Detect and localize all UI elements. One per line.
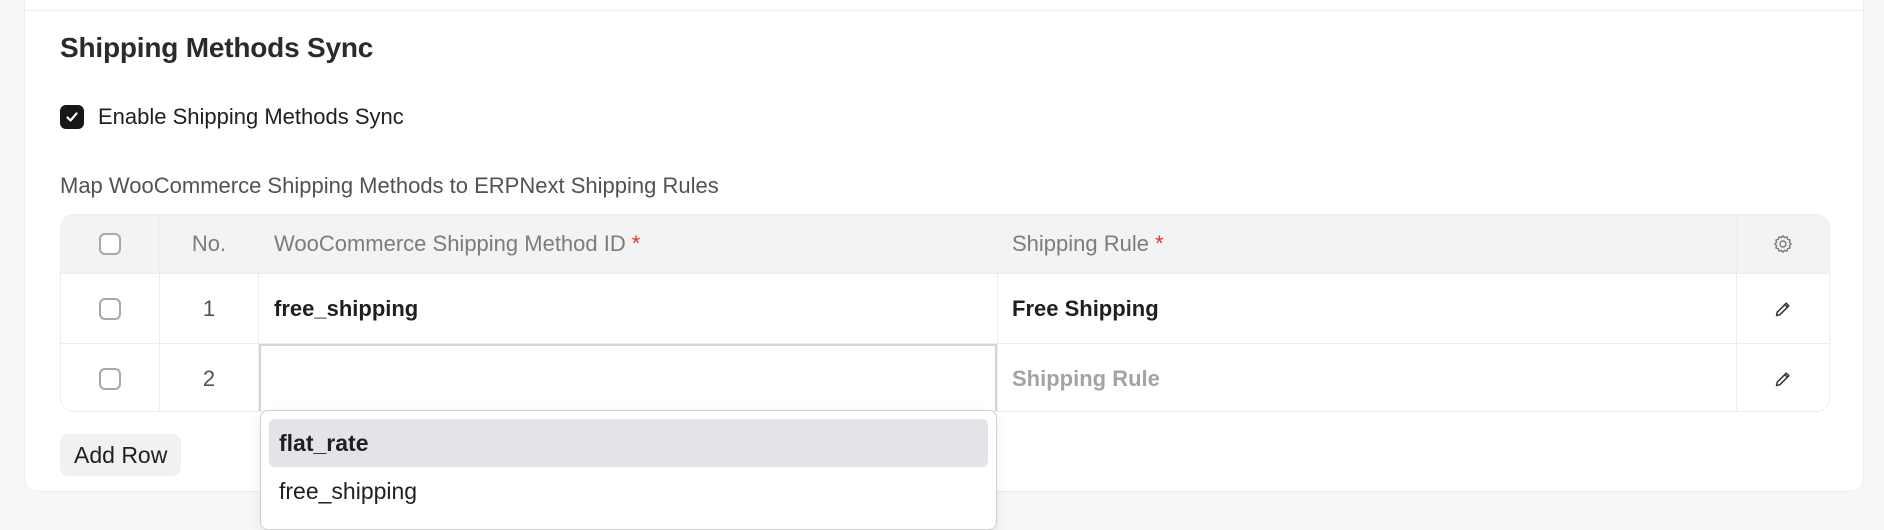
- required-mark: *: [631, 231, 641, 256]
- method-id-cell[interactable]: free_shipping: [259, 274, 998, 344]
- column-settings-button[interactable]: [1737, 215, 1829, 273]
- required-mark: *: [1154, 231, 1164, 256]
- edit-row-button[interactable]: [1737, 274, 1829, 344]
- header-rule: Shipping Rule *: [998, 215, 1737, 273]
- header-no: No.: [160, 215, 259, 273]
- method-id-value: free_shipping: [274, 296, 419, 321]
- gear-icon: [1774, 235, 1792, 253]
- method-id-input[interactable]: [259, 344, 998, 411]
- shipping-rule-cell[interactable]: Shipping Rule: [998, 344, 1737, 411]
- section-title: Shipping Methods Sync: [60, 32, 374, 63]
- pencil-icon: [1775, 372, 1790, 387]
- row-select-cell: [61, 274, 160, 344]
- checkmark-icon: [66, 112, 78, 122]
- header-rule-label: Shipping Rule: [1012, 231, 1149, 256]
- autocomplete-dropdown: flat_rate free_shipping: [260, 410, 997, 530]
- shipping-rule-cell[interactable]: Free Shipping: [998, 274, 1737, 344]
- select-all-checkbox[interactable]: [99, 233, 121, 255]
- header-no-label: No.: [191, 231, 227, 256]
- section-divider: [24, 10, 1864, 11]
- dropdown-option[interactable]: free_shipping: [269, 467, 988, 515]
- add-row-button[interactable]: Add Row: [60, 434, 182, 476]
- enable-sync-label: Enable Shipping Methods Sync: [98, 104, 404, 129]
- row-checkbox[interactable]: [99, 298, 121, 320]
- select-all-cell: [61, 215, 160, 273]
- row-number-label: 1: [202, 296, 216, 321]
- header-method: WooCommerce Shipping Method ID *: [259, 215, 998, 273]
- enable-sync-field: Enable Shipping Methods Sync: [60, 104, 404, 130]
- table-row: 2 Shipping Rule: [61, 343, 1829, 411]
- dropdown-option[interactable]: flat_rate: [269, 419, 988, 467]
- row-number-label: 2: [202, 366, 216, 391]
- row-checkbox[interactable]: [99, 368, 121, 390]
- header-method-label: WooCommerce Shipping Method ID: [274, 231, 626, 256]
- table-caption: Map WooCommerce Shipping Methods to ERPN…: [60, 173, 719, 198]
- table-row: 1 free_shipping Free Shipping: [61, 273, 1829, 344]
- pencil-icon: [1775, 302, 1790, 317]
- table-header-row: No. WooCommerce Shipping Method ID * Shi…: [61, 215, 1829, 273]
- row-select-cell: [61, 344, 160, 411]
- row-number: 1: [160, 274, 259, 344]
- enable-sync-checkbox[interactable]: [60, 105, 84, 129]
- shipping-rule-value: Free Shipping: [1012, 296, 1159, 321]
- shipping-methods-table: No. WooCommerce Shipping Method ID * Shi…: [60, 214, 1830, 412]
- row-number: 2: [160, 344, 259, 411]
- shipping-rule-placeholder: Shipping Rule: [1012, 366, 1160, 391]
- edit-row-button[interactable]: [1737, 344, 1829, 411]
